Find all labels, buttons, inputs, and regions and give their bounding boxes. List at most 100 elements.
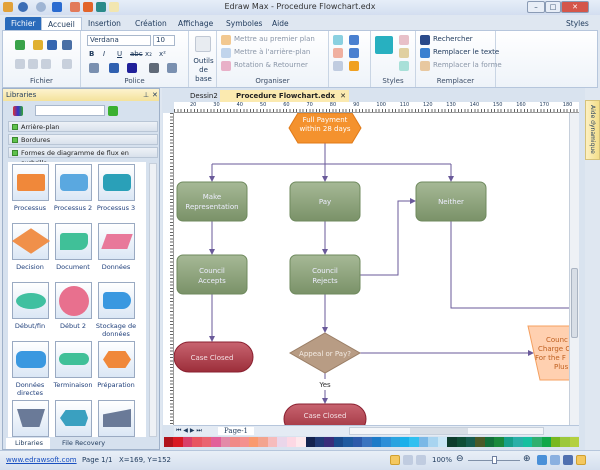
close-tab-icon[interactable]: ✕	[340, 90, 346, 102]
tab-accueil[interactable]: Accueil	[41, 17, 82, 31]
neither-node[interactable]: Neither	[415, 181, 487, 222]
shape-manual-input[interactable]	[98, 400, 135, 437]
open-icon[interactable]	[33, 40, 43, 50]
scroll-thumb[interactable]	[571, 268, 578, 338]
fit-page-icon[interactable]	[537, 455, 547, 465]
tab-libraries[interactable]: Libraries	[6, 438, 50, 449]
palette-swatch[interactable]	[164, 437, 174, 447]
make-representation-node[interactable]: Make Representation	[176, 181, 248, 222]
aide-dynamique-panel-tab[interactable]: Aide dynamique	[585, 100, 600, 160]
distribute-icon[interactable]	[333, 35, 343, 45]
website-link[interactable]: www.edrawsoft.com	[6, 456, 77, 464]
palette-swatch[interactable]	[513, 437, 523, 447]
subscript-button[interactable]: x₂	[145, 50, 152, 58]
copy-icon[interactable]	[28, 59, 38, 69]
case-closed-node-2[interactable]: Case Closed	[283, 403, 367, 425]
font-family-select[interactable]: Verdana	[87, 35, 151, 46]
palette-swatch[interactable]	[371, 437, 382, 447]
close-panel-icon[interactable]: ✕	[152, 89, 158, 101]
palette-swatch[interactable]	[201, 437, 212, 447]
size-icon[interactable]	[349, 35, 359, 45]
shadow-icon[interactable]	[399, 61, 409, 71]
replace-text-button[interactable]: Remplacer le texte	[433, 48, 499, 56]
palette-swatch[interactable]	[296, 437, 306, 447]
palette-swatch[interactable]	[362, 437, 372, 447]
palette-swatch[interactable]	[258, 437, 268, 447]
category-bordures[interactable]: Bordures	[8, 134, 158, 145]
case-closed-node[interactable]: Case Closed	[174, 341, 254, 373]
table-icon[interactable]	[333, 61, 343, 71]
zoom-in-button[interactable]: ⊕	[523, 454, 531, 464]
bold-button[interactable]: B	[89, 50, 94, 58]
cut-icon[interactable]	[15, 59, 25, 69]
pay-node[interactable]: Pay	[289, 181, 361, 222]
palette-swatch[interactable]	[409, 437, 419, 447]
styles-icon[interactable]	[375, 36, 393, 54]
palette-swatch[interactable]	[220, 437, 231, 447]
library-scrollbar[interactable]	[149, 163, 157, 437]
palette-swatch[interactable]	[343, 437, 353, 447]
library-search-input[interactable]	[35, 105, 105, 116]
palette-swatch[interactable]	[286, 437, 297, 447]
palette-swatch[interactable]	[466, 437, 476, 447]
palette-swatch[interactable]	[475, 437, 485, 447]
lock-icon[interactable]	[349, 61, 359, 71]
palette-swatch[interactable]	[333, 437, 344, 447]
zoom-tool-icon[interactable]	[550, 455, 560, 465]
zoom-out-button[interactable]: ⊖	[456, 454, 464, 464]
shape-processus-3[interactable]	[98, 164, 135, 201]
palette-swatch[interactable]	[399, 437, 410, 447]
council-charge-node[interactable]: Counc Charge C For the F Plus	[527, 325, 569, 381]
appeal-decision-node[interactable]: Appeal or Pay?	[288, 332, 362, 374]
shape-manual-operation[interactable]	[12, 400, 49, 437]
palette-swatch[interactable]	[315, 437, 325, 447]
find-button[interactable]: Rechercher	[433, 35, 473, 43]
council-accepts-node[interactable]: Council Accepts	[176, 254, 248, 295]
rotate-flip-button[interactable]: Rotation & Retourner	[234, 61, 308, 69]
palette-swatch[interactable]	[173, 437, 183, 447]
tab-insertion[interactable]: Insertion	[82, 17, 127, 31]
palette-swatch[interactable]	[352, 437, 363, 447]
palette-swatch[interactable]	[248, 437, 259, 447]
palette-swatch[interactable]	[503, 437, 514, 447]
shape-debut-fin[interactable]	[12, 282, 49, 319]
maximize-button[interactable]: □	[545, 1, 561, 13]
shape-processus[interactable]	[12, 164, 49, 201]
palette-swatch[interactable]	[277, 437, 287, 447]
tab-dessin2[interactable]: Dessin2	[174, 90, 218, 102]
minimize-button[interactable]: –	[527, 1, 545, 13]
palette-swatch[interactable]	[390, 437, 400, 447]
palette-swatch[interactable]	[494, 437, 504, 447]
palette-swatch[interactable]	[437, 437, 448, 447]
group-outils[interactable]: Outils de base	[189, 31, 217, 87]
category-formes-flux[interactable]: Formes de diagramme de flux en surbrilla…	[8, 147, 158, 167]
line-spacing-icon[interactable]	[89, 63, 99, 73]
color-palette[interactable]	[164, 437, 580, 447]
palette-swatch[interactable]	[211, 437, 221, 447]
shape-document[interactable]	[55, 223, 92, 260]
tab-procedure-flowchart[interactable]: Procedure Flowchart.edx ✕	[220, 90, 349, 102]
replace-shape-button[interactable]: Remplacer la forme	[433, 61, 502, 69]
send-to-back-button[interactable]: Mettre à l'arrière-plan	[234, 48, 310, 56]
scroll-thumb[interactable]	[410, 428, 468, 434]
tab-creation[interactable]: Création	[129, 17, 173, 31]
go-icon[interactable]	[108, 106, 118, 116]
palette-swatch[interactable]	[456, 437, 466, 447]
new-icon[interactable]	[15, 40, 25, 50]
tab-aide[interactable]: Aide	[266, 17, 295, 31]
shape-processus-2[interactable]	[55, 164, 92, 201]
zoom-slider[interactable]	[468, 456, 520, 464]
shading-icon[interactable]	[149, 63, 159, 73]
shape-terminaison[interactable]	[55, 341, 92, 378]
italic-button[interactable]: I	[103, 50, 105, 58]
palette-swatch[interactable]	[447, 437, 457, 447]
library-menu-icon[interactable]	[13, 106, 23, 116]
normal-view-icon[interactable]	[390, 455, 400, 465]
palette-swatch[interactable]	[305, 437, 315, 447]
shape-donnees[interactable]	[98, 223, 135, 260]
presentation-icon[interactable]	[416, 455, 426, 465]
superscript-button[interactable]: x²	[159, 50, 166, 58]
fullscreen-icon[interactable]	[576, 455, 586, 465]
palette-swatch[interactable]	[230, 437, 240, 447]
council-rejects-node[interactable]: Council Rejects	[289, 254, 361, 295]
